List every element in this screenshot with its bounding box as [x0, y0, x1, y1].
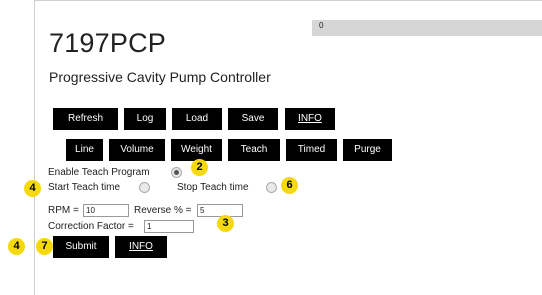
- stop-teach-radio[interactable]: [266, 182, 277, 193]
- enable-teach-radio[interactable]: [171, 167, 182, 178]
- progress-bar: 0: [312, 20, 542, 36]
- weight-mode-button[interactable]: Weight: [171, 139, 222, 161]
- rpm-label: RPM =: [48, 205, 79, 216]
- frame-top-border: [34, 0, 542, 1]
- submit-button[interactable]: Submit: [53, 236, 109, 258]
- callout-badge-6: 6: [281, 177, 298, 194]
- start-teach-label: Start Teach time: [48, 182, 121, 193]
- correction-factor-label: Correction Factor =: [48, 221, 134, 232]
- progress-value: 0: [319, 21, 324, 30]
- reverse-label: Reverse % =: [134, 205, 192, 216]
- start-teach-radio[interactable]: [139, 182, 150, 193]
- stop-teach-label: Stop Teach time: [177, 182, 249, 193]
- callout-badge-2: 2: [191, 159, 208, 176]
- callout-badge-7: 7: [36, 238, 53, 255]
- reverse-input[interactable]: 5: [197, 204, 243, 217]
- volume-mode-button[interactable]: Volume: [109, 139, 165, 161]
- correction-factor-input[interactable]: 1: [144, 220, 194, 233]
- page-title: 7197PCP: [49, 28, 166, 58]
- timed-mode-button[interactable]: Timed: [286, 139, 337, 161]
- teach-mode-button[interactable]: Teach: [228, 139, 280, 161]
- enable-teach-label: Enable Teach Program: [48, 167, 150, 178]
- rpm-input[interactable]: 10: [83, 204, 129, 217]
- line-mode-button[interactable]: Line: [66, 139, 103, 161]
- refresh-button[interactable]: Refresh: [53, 108, 118, 130]
- frame-left-border: [34, 0, 35, 295]
- callout-badge-4-lower: 4: [8, 238, 25, 255]
- purge-mode-button[interactable]: Purge: [343, 139, 392, 161]
- info-button[interactable]: INFO: [285, 108, 335, 130]
- callout-badge-4-upper: 4: [24, 180, 41, 197]
- log-button[interactable]: Log: [124, 108, 166, 130]
- save-button[interactable]: Save: [228, 108, 278, 130]
- load-button[interactable]: Load: [172, 108, 222, 130]
- page-subtitle: Progressive Cavity Pump Controller: [49, 69, 271, 85]
- callout-badge-3: 3: [217, 215, 234, 232]
- info-button-bottom[interactable]: INFO: [115, 236, 167, 258]
